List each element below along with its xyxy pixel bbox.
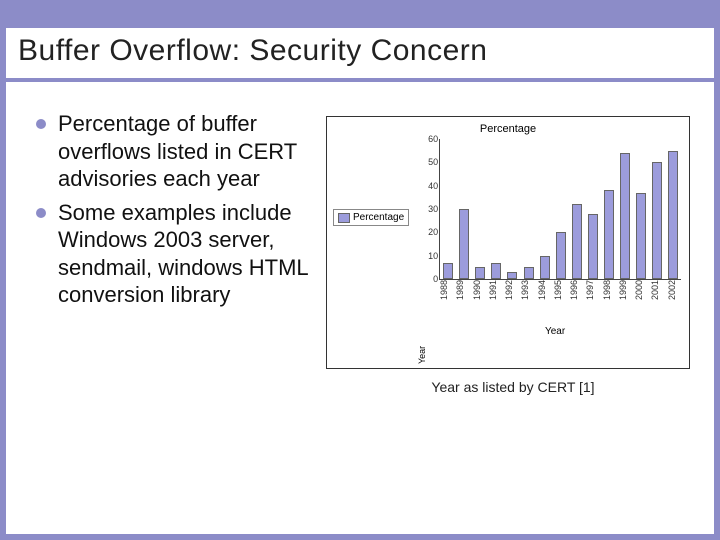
chart-bar	[491, 263, 501, 279]
chart-bar	[556, 232, 566, 279]
title-band	[6, 6, 714, 28]
chart-container: Percentage Percentage 0102030405060 1988…	[326, 116, 690, 369]
chart-legend: Percentage	[333, 209, 409, 226]
chart-column: Percentage Percentage 0102030405060 1988…	[316, 110, 700, 395]
chart-x-tick: 1992	[504, 280, 520, 322]
chart-x-tick: 1993	[520, 280, 536, 322]
chart-plot-area: 0102030405060	[439, 139, 681, 280]
chart-y-tick: 10	[416, 251, 438, 261]
chart-y-tick: 60	[416, 134, 438, 144]
bullet-item: Percentage of buffer overflows listed in…	[36, 110, 316, 193]
chart-bar	[540, 256, 550, 279]
chart-y-tick: 0	[416, 274, 438, 284]
slide-title: Buffer Overflow: Security Concern	[6, 28, 714, 68]
chart-y-tick: 30	[416, 204, 438, 214]
chart-x-tick: 1997	[585, 280, 601, 322]
chart-x-labels: 1988198919901991199219931994199519961997…	[439, 280, 683, 322]
chart-caption: Year as listed by CERT [1]	[326, 379, 700, 395]
chart-bar	[604, 190, 614, 279]
chart-x-tick: 2000	[634, 280, 650, 322]
bullet-item: Some examples include Windows 2003 serve…	[36, 199, 316, 309]
chart-x-tick: 2002	[667, 280, 683, 322]
chart-y-axis-label: Year	[415, 322, 427, 364]
chart-x-tick: 1998	[602, 280, 618, 322]
chart-bar	[668, 151, 678, 279]
chart-bar	[459, 209, 469, 279]
chart-bar	[652, 162, 662, 279]
bullet-list: Percentage of buffer overflows listed in…	[36, 110, 316, 315]
slide-frame: Buffer Overflow: Security Concern Percen…	[0, 0, 720, 540]
chart-x-tick: 1994	[537, 280, 553, 322]
chart-x-tick: 1999	[618, 280, 634, 322]
chart-bar	[636, 193, 646, 279]
chart-bar	[620, 153, 630, 279]
chart-x-tick: 1989	[455, 280, 471, 322]
chart-bar	[475, 267, 485, 279]
chart-x-axis-label: Year	[427, 322, 683, 337]
chart-y-tick: 40	[416, 181, 438, 191]
slide-body: Percentage of buffer overflows listed in…	[6, 82, 714, 395]
chart-bar	[588, 214, 598, 279]
chart-x-tick: 2001	[650, 280, 666, 322]
chart-bar	[443, 263, 453, 279]
chart-x-tick: 1991	[488, 280, 504, 322]
chart-x-tick: 1990	[472, 280, 488, 322]
chart-bar	[524, 267, 534, 279]
chart-bar	[572, 204, 582, 279]
chart-y-tick: 50	[416, 157, 438, 167]
legend-label: Percentage	[353, 212, 404, 223]
chart-x-tick: 1995	[553, 280, 569, 322]
chart-bar	[507, 272, 517, 279]
legend-swatch	[338, 213, 350, 223]
chart-title: Percentage	[333, 123, 683, 135]
chart-x-tick: 1996	[569, 280, 585, 322]
chart-x-tick: 1988	[439, 280, 455, 322]
chart-y-tick: 20	[416, 227, 438, 237]
